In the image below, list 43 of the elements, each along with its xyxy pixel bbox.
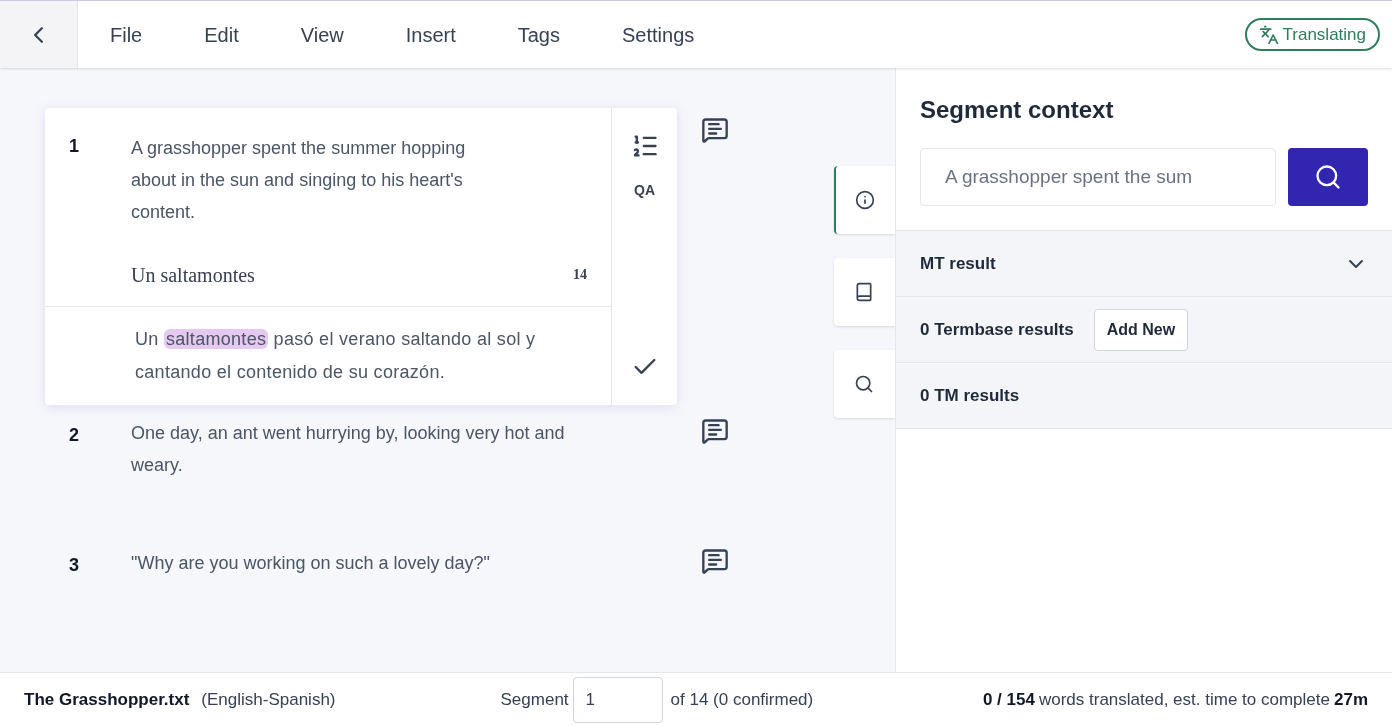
language-pair: (English-Spanish) (201, 688, 336, 711)
section-label: 0 TM results (920, 384, 1020, 407)
info-icon (855, 190, 876, 210)
search-button[interactable] (1288, 148, 1368, 206)
menu-item[interactable]: Settings (622, 19, 695, 50)
time-estimate: 27m (1333, 688, 1368, 711)
translate-icon (1258, 24, 1279, 45)
add-new-button[interactable]: Add New (1093, 308, 1189, 351)
menu-item[interactable]: Edit (204, 19, 239, 50)
menu-item[interactable]: File (110, 19, 143, 50)
status-text: Translating (1282, 23, 1366, 46)
segment-input[interactable]: 1 (572, 676, 663, 723)
section-label: MT result (920, 252, 996, 275)
menu-item[interactable]: Insert (405, 19, 456, 50)
comment-icon[interactable] (701, 116, 729, 144)
source-text: A grasshopper spent the summer hopping about in the sun and singing to his heart's content. (131, 137, 467, 224)
suggestion-text: Un saltamontes (131, 263, 255, 288)
progress-text: words translated, est. time to complete (1038, 688, 1330, 711)
comment-icon[interactable] (701, 417, 729, 445)
comment-icon[interactable] (701, 547, 729, 575)
search-field[interactable]: A grasshopper spent the sum (920, 148, 1276, 206)
panel-title: Segment context (919, 95, 1115, 125)
file-name: The Grasshopper.txt (24, 688, 190, 711)
book-icon (854, 282, 875, 302)
segment-label: Segment (500, 688, 569, 711)
menu-item[interactable]: Tags (517, 19, 560, 50)
segment-number: 3 (69, 554, 80, 577)
section-label: 0 Termbase results (920, 318, 1074, 341)
target-field[interactable]: Un saltamontes pasó el verano saltando al sol y cantando el contenido de su corazón. (45, 307, 585, 405)
source-text: "Why are you working on such a lovely day?" (131, 552, 491, 575)
search-icon (1314, 163, 1342, 191)
search-icon (854, 374, 875, 394)
menu-item[interactable]: View (300, 19, 344, 50)
progress-count: 0 / 154 (982, 688, 1035, 711)
side-tab[interactable] (833, 258, 895, 326)
character-count: 14 (573, 266, 587, 284)
qa-button[interactable]: QA (634, 180, 655, 200)
side-tab[interactable] (833, 166, 895, 234)
segment-number: 2 (69, 424, 80, 447)
highlighted-term: saltamontes (163, 329, 269, 349)
source-text: One day, an ant went hurrying by, looking very hot and weary. (131, 422, 566, 477)
segment-total: of 14 (0 confirmed) (670, 688, 814, 711)
segment-number: 1 (69, 135, 80, 158)
